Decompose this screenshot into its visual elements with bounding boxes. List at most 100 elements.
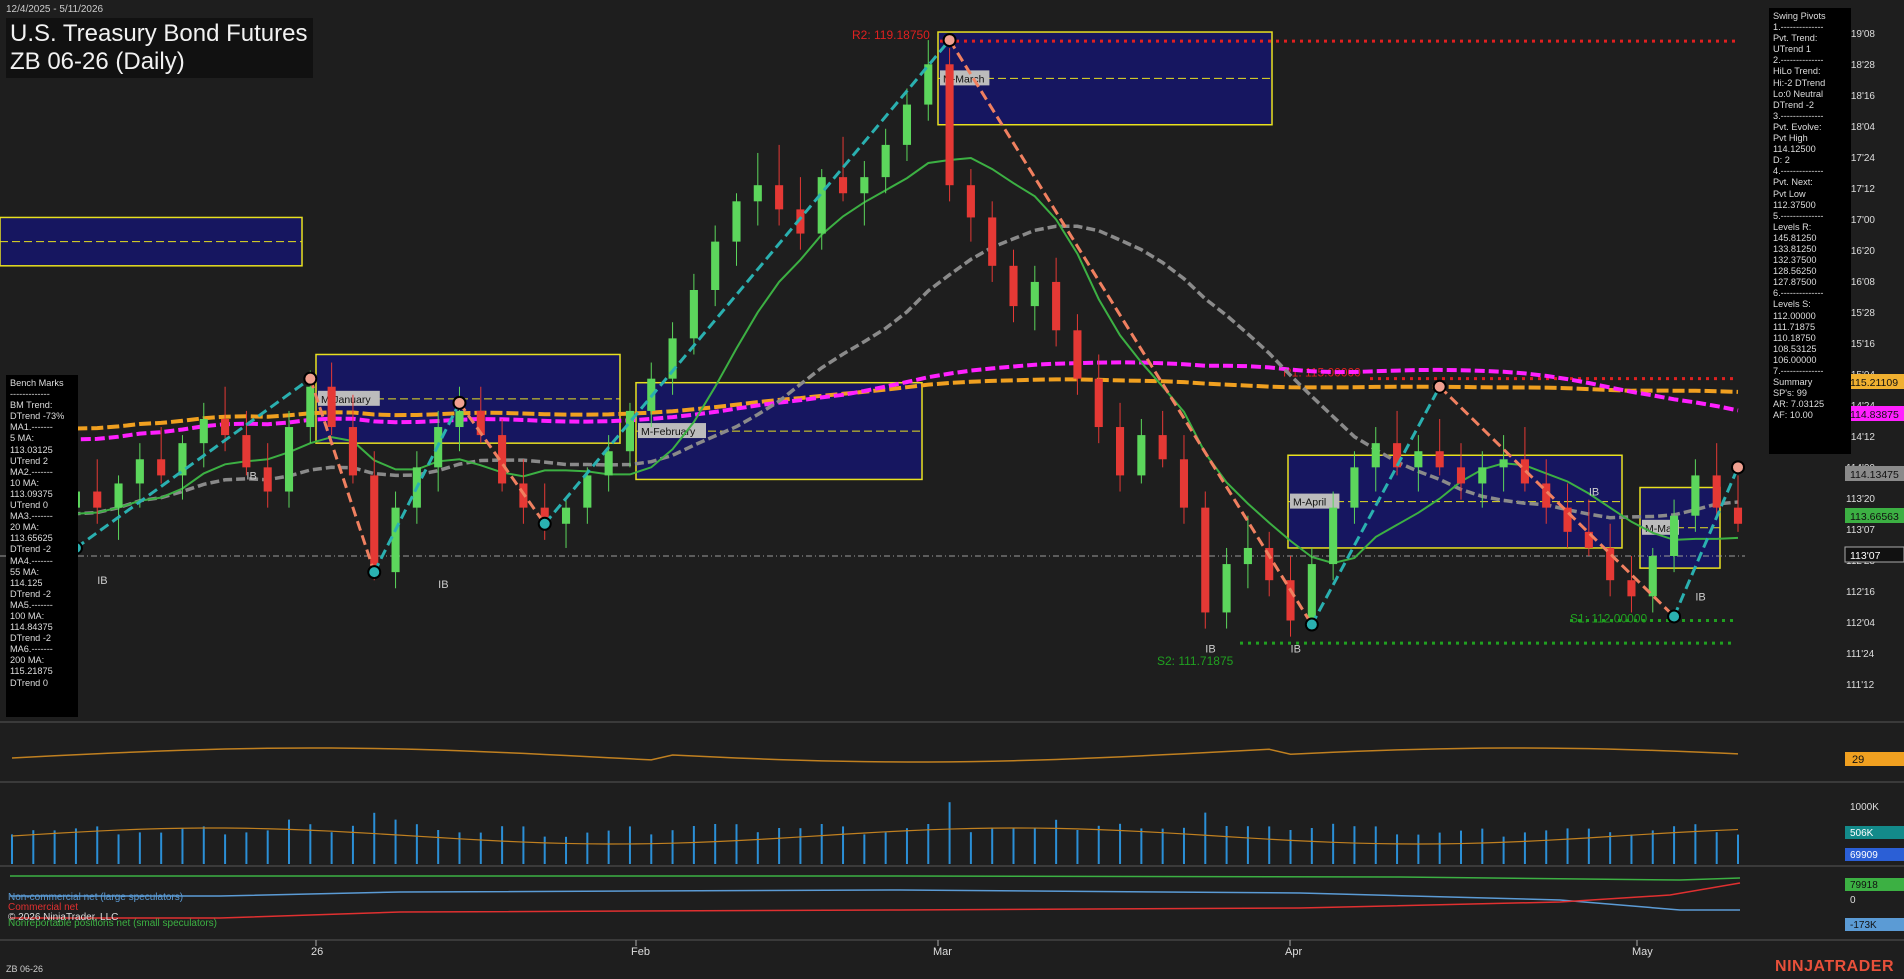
candle-body — [306, 386, 315, 428]
candle-body — [583, 475, 592, 508]
symbol-footer: ZB 06-26 — [6, 964, 44, 974]
ib-label: IB — [1695, 591, 1705, 603]
level-label-s2: S2: 111.71875 — [1157, 654, 1234, 668]
level-label-s1: S1: 112.00000 — [1570, 612, 1648, 626]
candle-body — [391, 507, 400, 573]
candle-body — [1499, 459, 1508, 468]
swing-pivot-marker — [1731, 460, 1745, 475]
candle-body — [966, 185, 975, 218]
candle-body — [327, 386, 336, 428]
ib-label: IB — [1291, 644, 1301, 656]
candle-body — [284, 427, 294, 492]
candle-body — [221, 418, 230, 436]
swing-pivot-marker — [537, 516, 552, 531]
chart-title-line1: U.S. Treasury Bond Futures — [10, 20, 308, 47]
candle-body — [711, 241, 720, 290]
candle-body — [1179, 459, 1189, 508]
candle-body — [1094, 378, 1103, 428]
ib-label: IB — [97, 575, 107, 587]
swing-pivot-marker — [452, 395, 467, 410]
candle-body — [838, 177, 848, 194]
y-tick-label: 111'12 — [1846, 680, 1875, 691]
candle-body — [1286, 580, 1295, 621]
candle-body — [263, 467, 272, 492]
volume-axis-label: 69909 — [1850, 850, 1878, 861]
candle-body — [455, 410, 464, 428]
candle-body — [1329, 507, 1338, 565]
candle-body — [157, 459, 166, 476]
candle-body — [93, 491, 102, 508]
y-tick-label: 112'04 — [1846, 618, 1875, 629]
legend-nonreportable: Nonreportable positions net (small specu… — [8, 918, 217, 929]
candle-body — [1030, 281, 1039, 307]
y-tick-label: 113'20 — [1846, 494, 1875, 505]
candle-body — [1009, 265, 1018, 307]
candle-body — [348, 427, 357, 476]
candle-body — [1158, 435, 1167, 460]
swing-pivot-marker — [1304, 617, 1319, 632]
candle-body — [1648, 556, 1657, 597]
x-tick-label: Apr — [1285, 946, 1302, 958]
swing-pivot-marker — [942, 33, 957, 48]
price-marker-label: 113.66563 — [1850, 511, 1899, 523]
level-label-r2: R2: 119.18750 — [852, 28, 930, 42]
candle-body — [1116, 427, 1125, 476]
candle-body — [1670, 515, 1679, 557]
ib-label: IB — [1205, 644, 1215, 656]
candle-body — [1563, 507, 1572, 532]
chart-title: U.S. Treasury Bond Futures ZB 06-26 (Dai… — [6, 18, 314, 78]
candle-body — [1733, 507, 1743, 524]
candle-body — [1073, 330, 1082, 379]
price-marker-label: 115.21109 — [1850, 377, 1898, 389]
candle-body — [689, 289, 698, 339]
candle-body — [604, 451, 613, 476]
candle-body — [817, 177, 826, 234]
ib-label: IB — [1589, 486, 1599, 498]
candle-body — [988, 217, 997, 266]
y-tick-label: 113'07 — [1846, 525, 1875, 536]
candle-body — [881, 144, 890, 178]
brand-logo: NINJATRADER — [1775, 958, 1894, 975]
x-tick-label: May — [1632, 946, 1653, 958]
date-range: 12/4/2025 - 5/11/2026 — [6, 4, 104, 15]
ib-label: IB — [246, 470, 256, 482]
candle-body — [199, 418, 208, 444]
candle-body — [242, 435, 251, 468]
candle-body — [178, 443, 187, 476]
swing-pivots-panel: Swing Pivots 1.-------------- Pvt. Trend… — [1769, 8, 1851, 454]
candle-body — [1137, 435, 1146, 476]
x-tick-label: 26 — [311, 946, 323, 958]
candle-body — [1627, 580, 1636, 597]
y-tick-label: 111'24 — [1846, 649, 1875, 660]
cot-axis-label: 79918 — [1850, 880, 1878, 891]
candle-body — [114, 483, 123, 508]
candle-body — [1222, 564, 1231, 613]
candle-body — [370, 475, 379, 573]
candle-body — [732, 201, 741, 242]
candle-body — [561, 507, 571, 524]
swing-pivot-marker — [303, 371, 318, 386]
swing-pivot-marker — [1667, 609, 1682, 624]
candle-body — [1435, 451, 1444, 468]
month-box-label: M-April — [1293, 497, 1326, 509]
ib-label: IB — [438, 579, 448, 591]
cot-axis-label: 0 — [1850, 895, 1856, 906]
candle-body — [1414, 451, 1423, 468]
candle-body — [1712, 475, 1721, 508]
candle-body — [753, 185, 762, 202]
candle-body — [1456, 467, 1466, 484]
x-tick-label: Mar — [933, 946, 952, 958]
candle-body — [1606, 547, 1615, 581]
candle-body — [1307, 564, 1316, 621]
candle — [1201, 491, 1210, 629]
candle-body — [902, 104, 912, 145]
price-marker-label: 114.83875 — [1850, 409, 1899, 421]
candle-body — [1243, 547, 1252, 565]
month-box-label: M-February — [641, 426, 696, 438]
candle-body — [775, 185, 784, 210]
candle-body — [1478, 467, 1487, 484]
price-marker-label: 113'07 — [1850, 550, 1881, 562]
cot-axis-label: -173K — [1850, 920, 1877, 931]
price-marker-label: 114.13475 — [1850, 469, 1899, 481]
candle-body — [945, 64, 954, 186]
